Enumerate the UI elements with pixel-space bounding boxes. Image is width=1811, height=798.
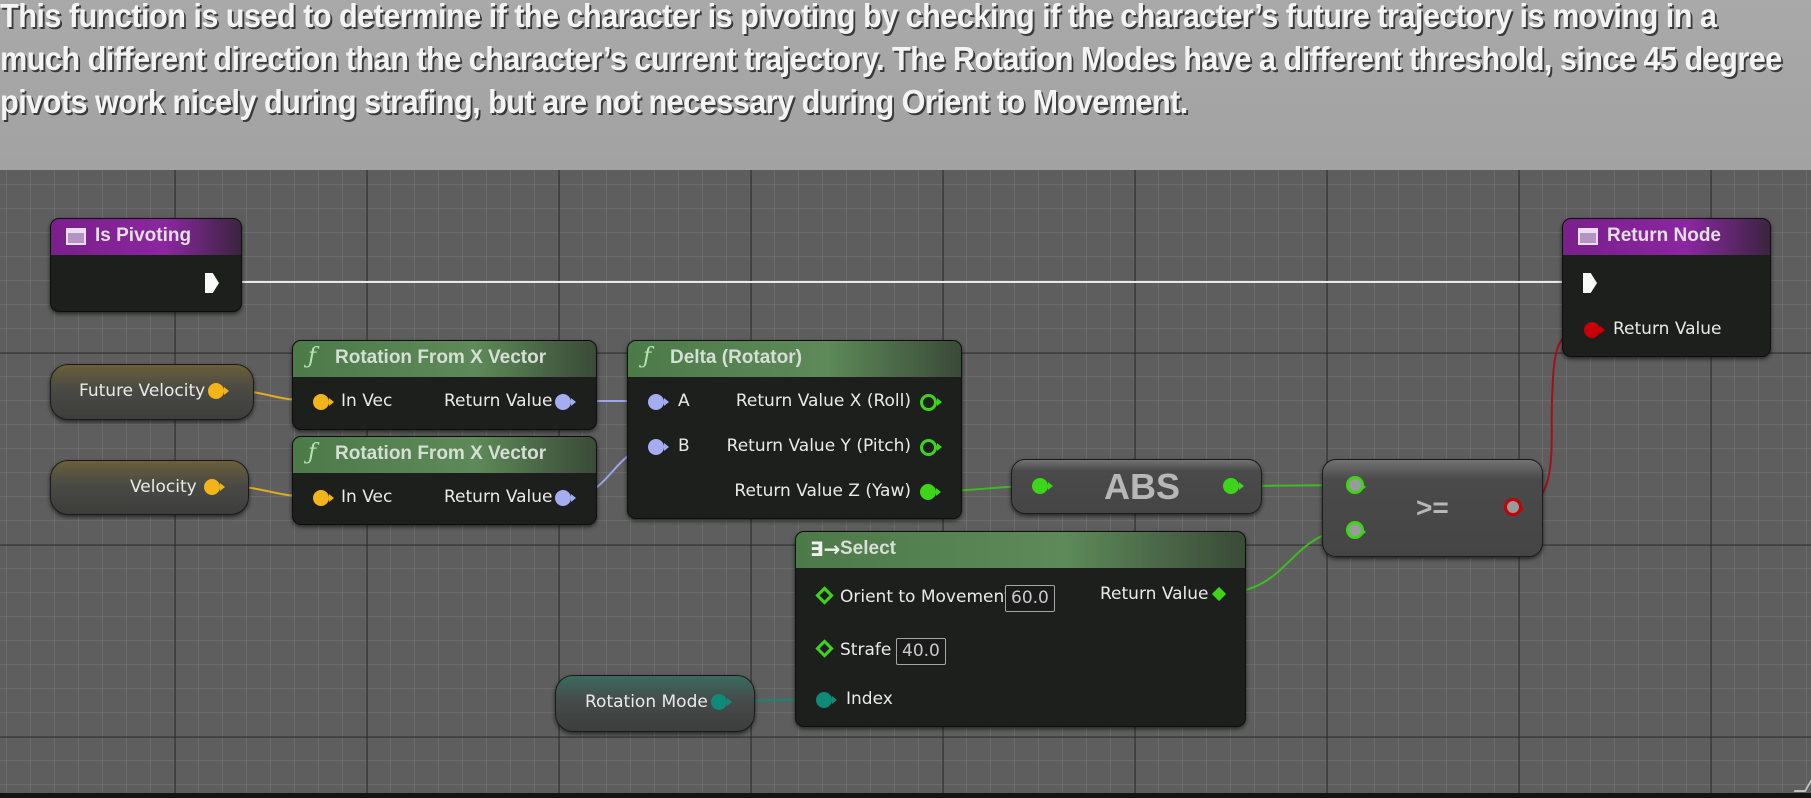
node-title: >= — [1416, 492, 1449, 523]
variable-label: Velocity — [130, 477, 197, 497]
b-input-pin[interactable] — [648, 439, 669, 455]
node-title: ABS — [1104, 466, 1181, 507]
in-vec-label: In Vec — [341, 391, 393, 411]
return-value-label: Return Value — [1100, 584, 1209, 604]
node-header: ƒ Delta (Rotator) — [628, 341, 961, 377]
in-vec-input-pin[interactable] — [313, 490, 334, 506]
comment-box[interactable]: This function is used to determine if th… — [0, 0, 1811, 170]
a-input-pin[interactable] — [1346, 476, 1366, 494]
rotation-mode-variable[interactable]: Rotation Mode — [555, 675, 755, 732]
greater-equal-node[interactable]: >= — [1322, 459, 1543, 557]
return-value-output-pin[interactable] — [1211, 586, 1227, 602]
function-entry-icon — [1578, 228, 1598, 245]
return-x-label: Return Value X (Roll) — [735, 391, 911, 411]
return-z-label: Return Value Z (Yaw) — [734, 481, 911, 501]
vector-output-pin[interactable] — [204, 479, 225, 495]
option-1-value-field[interactable]: 40.0 — [896, 638, 946, 665]
return-value-label: Return Value — [444, 487, 553, 507]
node-header: ƒ Rotation From X Vector — [293, 341, 596, 377]
a-input-pin[interactable] — [648, 394, 669, 410]
yaw-output-pin[interactable] — [920, 484, 941, 500]
option-1-label: Strafe — [840, 640, 892, 660]
enum-output-pin[interactable] — [711, 694, 732, 710]
node-header: ƒ Rotation From X Vector — [293, 437, 596, 473]
bool-output-pin[interactable] — [1504, 498, 1524, 516]
a-label: A — [678, 391, 690, 411]
future-velocity-variable[interactable]: Future Velocity — [50, 364, 254, 420]
option-0-value-field[interactable]: 60.0 — [1005, 585, 1055, 612]
in-vec-label: In Vec — [341, 487, 393, 507]
option-0-label: Orient to Movement — [840, 587, 1011, 607]
rotation-from-x-vector-node[interactable]: ƒ Rotation From X Vector In Vec Return V… — [292, 436, 597, 525]
abs-input-pin[interactable] — [1032, 478, 1053, 494]
node-title: Is Pivoting — [95, 225, 192, 246]
delta-rotator-node[interactable]: ƒ Delta (Rotator) A B Return Value X (Ro… — [627, 340, 962, 519]
function-icon: ƒ — [643, 344, 652, 369]
return-value-input-pin[interactable] — [1584, 322, 1605, 338]
pitch-output-pin[interactable] — [920, 439, 942, 456]
node-title: Select — [840, 538, 896, 559]
variable-label: Rotation Mode — [585, 692, 708, 712]
rotation-from-x-vector-node[interactable]: ƒ Rotation From X Vector In Vec Return V… — [292, 340, 597, 430]
node-header: ∃→ Select — [796, 532, 1245, 568]
rotator-output-pin[interactable] — [555, 394, 576, 410]
index-label: Index — [846, 689, 893, 709]
return-y-label: Return Value Y (Pitch) — [726, 436, 911, 456]
rotator-output-pin[interactable] — [555, 490, 576, 506]
option-1-input-pin[interactable] — [815, 639, 834, 658]
bottom-bar — [0, 793, 1811, 798]
return-node[interactable]: Return Node Return Value — [1562, 218, 1771, 357]
b-label: B — [678, 436, 690, 456]
select-node[interactable]: ∃→ Select Orient to Movement 60.0 Return… — [795, 531, 1246, 727]
select-icon: ∃→ — [810, 537, 841, 561]
node-title: Delta (Rotator) — [670, 347, 802, 368]
vector-output-pin[interactable] — [208, 383, 229, 399]
in-vec-input-pin[interactable] — [313, 394, 334, 410]
function-entry-icon — [66, 228, 86, 245]
function-entry-node[interactable]: Is Pivoting — [50, 218, 242, 312]
b-input-pin[interactable] — [1346, 521, 1366, 539]
function-icon: ƒ — [308, 344, 317, 369]
node-header: Return Node — [1563, 219, 1770, 255]
node-title: Return Node — [1607, 225, 1721, 246]
variable-label: Future Velocity — [79, 381, 206, 401]
node-header: Is Pivoting — [51, 219, 241, 255]
index-input-pin[interactable] — [816, 692, 837, 708]
exec-input-pin[interactable] — [1583, 273, 1597, 293]
return-value-label: Return Value — [1613, 319, 1722, 339]
function-icon: ƒ — [308, 440, 317, 465]
node-title: Rotation From X Vector — [335, 443, 547, 464]
node-title: Rotation From X Vector — [335, 347, 547, 368]
velocity-variable[interactable]: Velocity — [50, 460, 249, 515]
abs-node[interactable]: ABS — [1011, 459, 1262, 514]
comment-text: This function is used to determine if th… — [0, 0, 1782, 120]
roll-output-pin[interactable] — [920, 394, 942, 411]
abs-output-pin[interactable] — [1223, 478, 1244, 494]
return-value-label: Return Value — [444, 391, 553, 411]
option-0-input-pin[interactable] — [815, 586, 834, 605]
exec-output-pin[interactable] — [205, 273, 219, 293]
